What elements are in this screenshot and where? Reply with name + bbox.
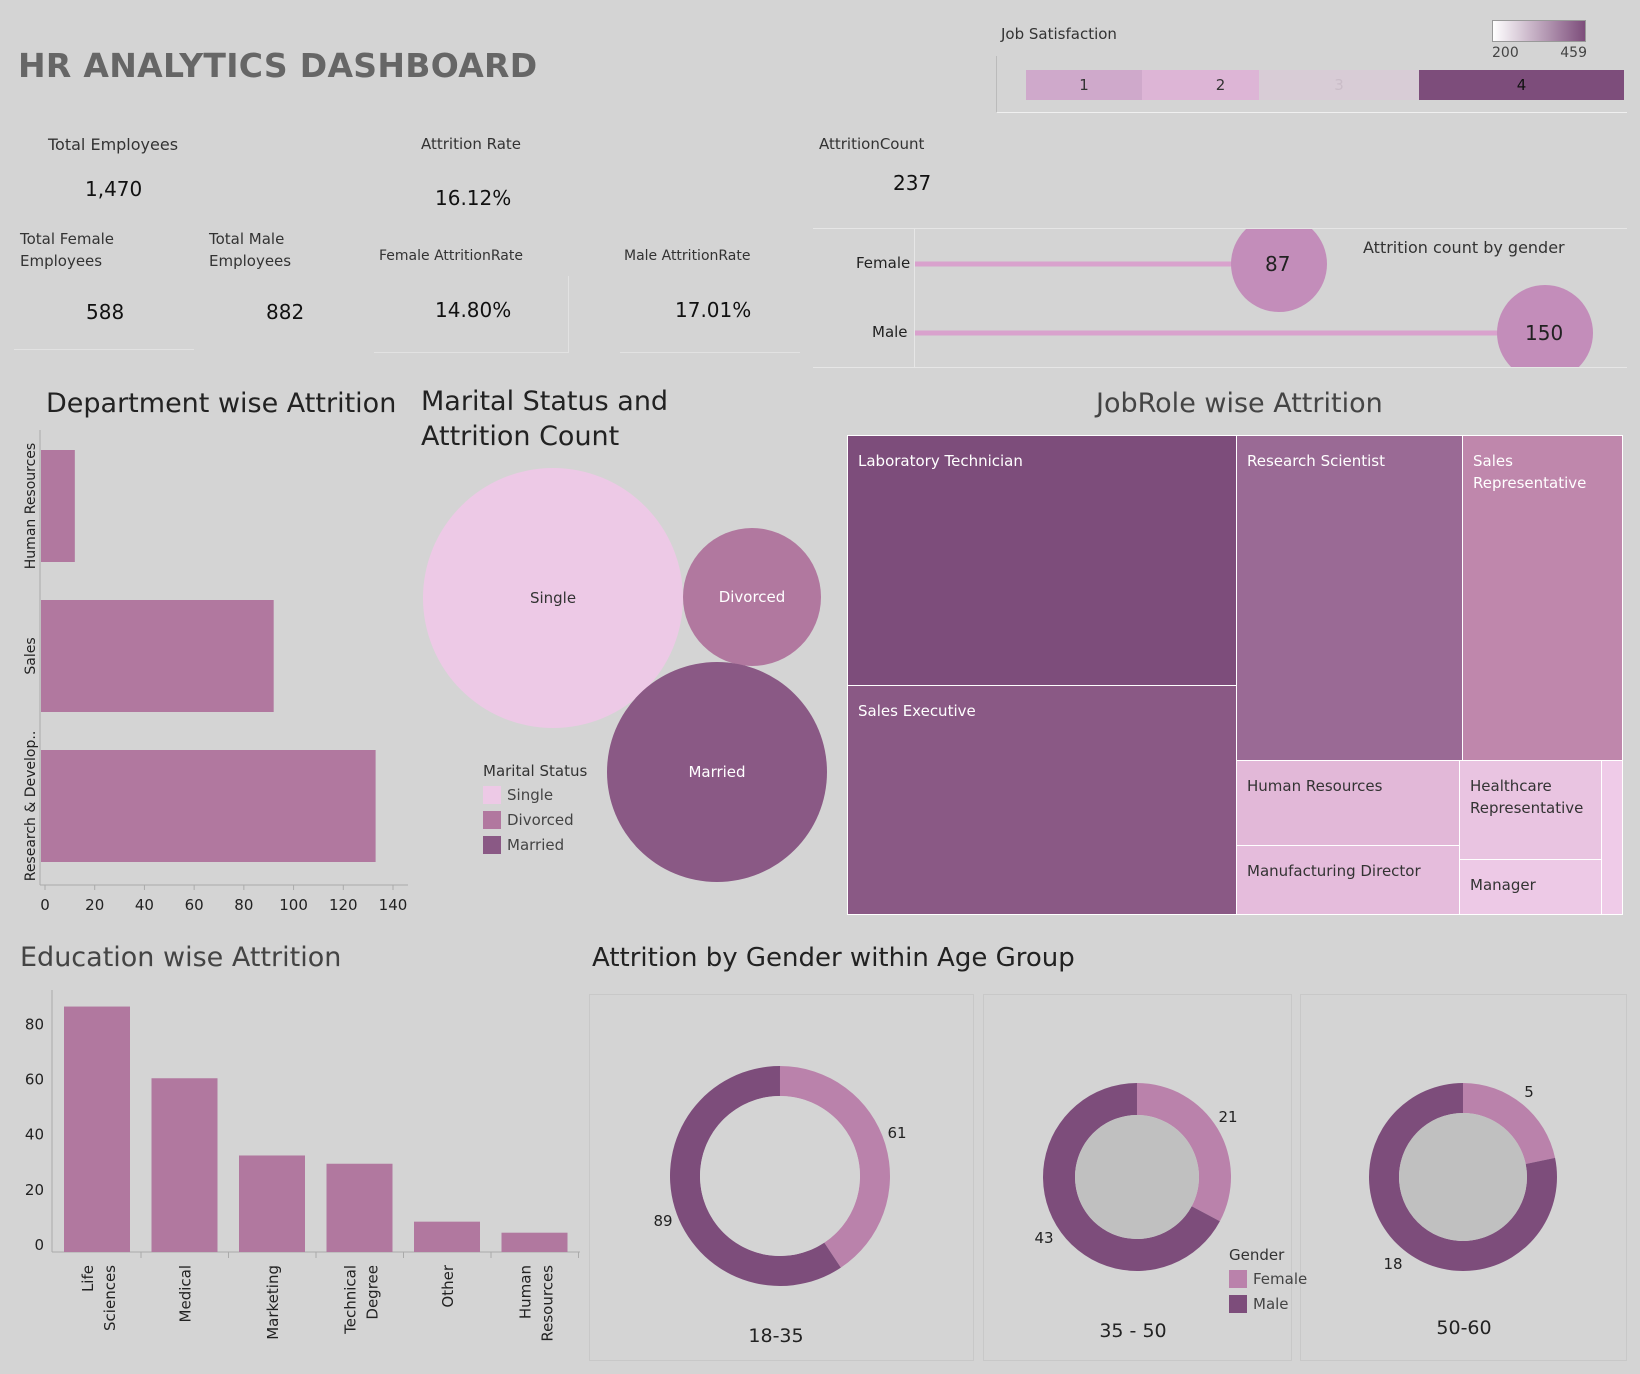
donut-male-value-18-35: 89 bbox=[653, 1212, 672, 1230]
age-group-label-35-50: 35 - 50 bbox=[1099, 1320, 1166, 1342]
legend-male[interactable]: Male bbox=[1229, 1291, 1307, 1316]
age-group-label-50-60: 50-60 bbox=[1436, 1317, 1491, 1339]
age-gender-donuts: 61 89 18-35 21 43 35 - 50 5 18 50-60 bbox=[653, 1066, 1558, 1347]
donut-male-value-50-60: 18 bbox=[1383, 1255, 1402, 1273]
gender-legend-title: Gender bbox=[1229, 1246, 1285, 1264]
donut-hole-50-60 bbox=[1399, 1113, 1527, 1241]
donut-male-value-35-50: 43 bbox=[1034, 1229, 1053, 1247]
donut-hole-35-50 bbox=[1075, 1115, 1199, 1239]
legend-female[interactable]: Female bbox=[1229, 1266, 1307, 1291]
age-group-label-18-35: 18-35 bbox=[748, 1325, 803, 1347]
donut-female-value-35-50: 21 bbox=[1218, 1108, 1237, 1126]
donut-hole-18-35 bbox=[700, 1096, 860, 1256]
gender-legend: Gender Female Male bbox=[1229, 1246, 1307, 1316]
donut-female-value-50-60: 5 bbox=[1524, 1083, 1534, 1101]
donut-female-value-18-35: 61 bbox=[887, 1124, 906, 1142]
